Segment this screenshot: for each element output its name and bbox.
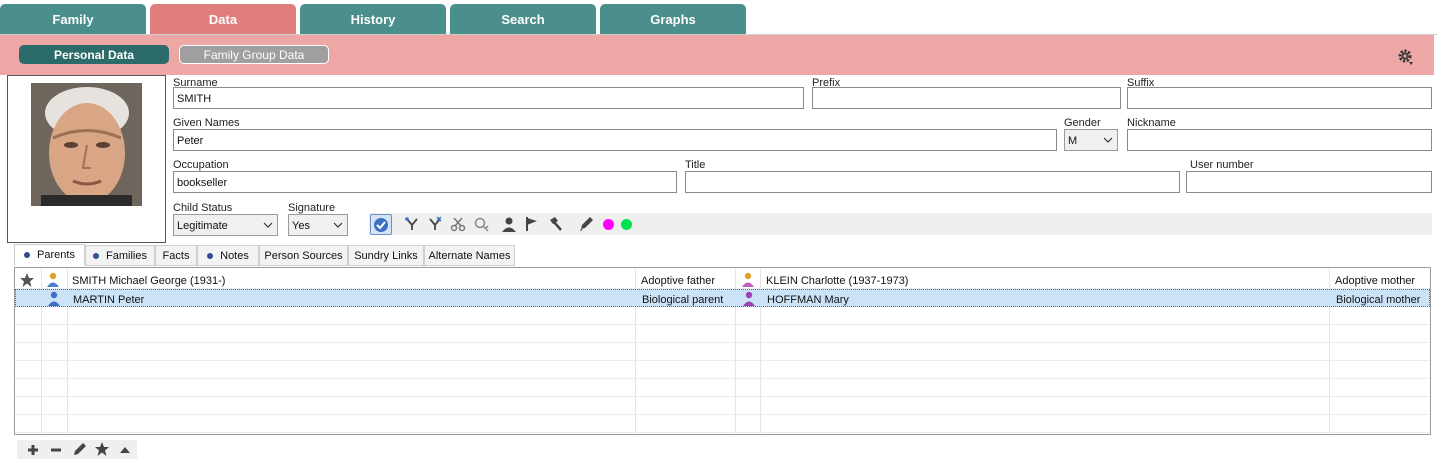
mother-person-icon [743, 291, 755, 306]
gear-icon[interactable] [1397, 48, 1415, 66]
chevron-down-icon [1103, 137, 1113, 143]
link-parents-icon[interactable] [404, 216, 420, 232]
add-icon[interactable] [25, 442, 41, 458]
pencil-icon[interactable] [578, 216, 594, 232]
mother-relation: Biological mother [1336, 294, 1421, 306]
tab-alternate-names[interactable]: Alternate Names [424, 245, 515, 266]
tab-family[interactable]: Family [0, 4, 146, 34]
mother-relation: Adoptive mother [1335, 275, 1416, 287]
tab-families-label: Families [106, 249, 147, 262]
check-circle-icon [374, 218, 388, 232]
table-row[interactable] [15, 325, 1430, 343]
tab-person-sources[interactable]: Person Sources [259, 245, 348, 266]
child-status-label: Child Status [173, 202, 233, 214]
bullet-icon [207, 252, 214, 259]
signature-select[interactable]: Yes [288, 214, 348, 236]
chevron-down-icon [333, 222, 343, 228]
tab-parents-label: Parents [37, 249, 75, 261]
table-row[interactable]: MARTIN Peter Biological parent HOFFMAN M… [15, 289, 1430, 307]
edit-icon[interactable] [71, 442, 87, 458]
bullet-icon [93, 252, 100, 259]
star-icon[interactable] [94, 441, 110, 457]
tab-sundry-links[interactable]: Sundry Links [348, 245, 424, 266]
remove-link-icon[interactable] [473, 216, 489, 232]
user-number-field[interactable] [1186, 171, 1432, 193]
chevron-down-icon [263, 222, 273, 228]
tab-data[interactable]: Data [150, 4, 296, 34]
person-photo-frame[interactable] [7, 75, 166, 243]
mother-name: HOFFMAN Mary [767, 294, 849, 306]
tab-sundry-links-label: Sundry Links [354, 249, 418, 262]
title-field[interactable] [685, 171, 1180, 193]
father-person-icon [47, 272, 59, 287]
remove-icon[interactable] [48, 442, 64, 458]
father-name: SMITH Michael George (1931-) [72, 275, 226, 287]
confirm-button[interactable] [370, 214, 392, 235]
table-row[interactable] [15, 415, 1430, 433]
user-number-label: User number [1190, 159, 1254, 171]
tab-notes-label: Notes [220, 249, 249, 262]
flag-icon[interactable] [524, 216, 540, 232]
surname-field[interactable]: SMITH [173, 87, 804, 109]
signature-value: Yes [292, 220, 310, 232]
star-icon[interactable] [19, 272, 35, 288]
title-label: Title [685, 159, 706, 171]
tab-graphs[interactable]: Graphs [600, 4, 746, 34]
tab-families[interactable]: Families [85, 245, 155, 266]
gender-select[interactable]: M [1064, 129, 1118, 151]
tab-facts[interactable]: Facts [155, 245, 197, 266]
green-status-dot[interactable] [621, 219, 632, 230]
tab-history[interactable]: History [300, 4, 446, 34]
personal-data-button[interactable]: Personal Data [19, 45, 169, 64]
father-person-icon [48, 291, 60, 306]
gender-label: Gender [1064, 117, 1101, 129]
nickname-field[interactable] [1127, 129, 1432, 151]
father-name: MARTIN Peter [73, 294, 145, 306]
cut-icon[interactable] [450, 216, 466, 232]
father-relation: Adoptive father [641, 275, 715, 287]
magenta-status-dot[interactable] [603, 219, 614, 230]
table-row[interactable] [15, 361, 1430, 379]
father-relation: Biological parent [642, 294, 724, 306]
child-status-value: Legitimate [177, 220, 228, 232]
tab-search[interactable]: Search [450, 4, 596, 34]
tab-parents[interactable]: Parents [14, 244, 85, 266]
table-row[interactable] [15, 397, 1430, 415]
move-up-icon[interactable] [117, 442, 133, 458]
table-row[interactable] [15, 379, 1430, 397]
tab-facts-label: Facts [162, 249, 190, 262]
occupation-field[interactable]: bookseller [173, 171, 677, 193]
table-row[interactable]: SMITH Michael George (1931-) Adoptive fa… [15, 271, 1430, 289]
given-names-label: Given Names [173, 117, 240, 129]
bullet-icon [24, 252, 31, 258]
mother-person-icon [742, 272, 754, 287]
family-group-data-button[interactable]: Family Group Data [179, 45, 329, 64]
table-row[interactable] [15, 307, 1430, 325]
nickname-label: Nickname [1127, 117, 1176, 129]
unlink-parents-icon[interactable] [427, 216, 443, 232]
gavel-icon[interactable] [547, 216, 563, 232]
occupation-label: Occupation [173, 159, 229, 171]
gender-value: M [1068, 135, 1078, 147]
mother-name: KLEIN Charlotte (1937-1973) [766, 275, 909, 287]
child-status-select[interactable]: Legitimate [173, 214, 278, 236]
person-icon[interactable] [501, 216, 517, 232]
suffix-field[interactable] [1127, 87, 1432, 109]
person-photo [31, 83, 142, 206]
tab-person-sources-label: Person Sources [264, 249, 343, 262]
signature-label: Signature [288, 202, 336, 214]
tab-notes[interactable]: Notes [197, 245, 259, 266]
prefix-field[interactable] [812, 87, 1121, 109]
table-row[interactable] [15, 343, 1430, 361]
tab-alternate-names-label: Alternate Names [428, 249, 511, 262]
given-names-field[interactable]: Peter [173, 129, 1057, 151]
